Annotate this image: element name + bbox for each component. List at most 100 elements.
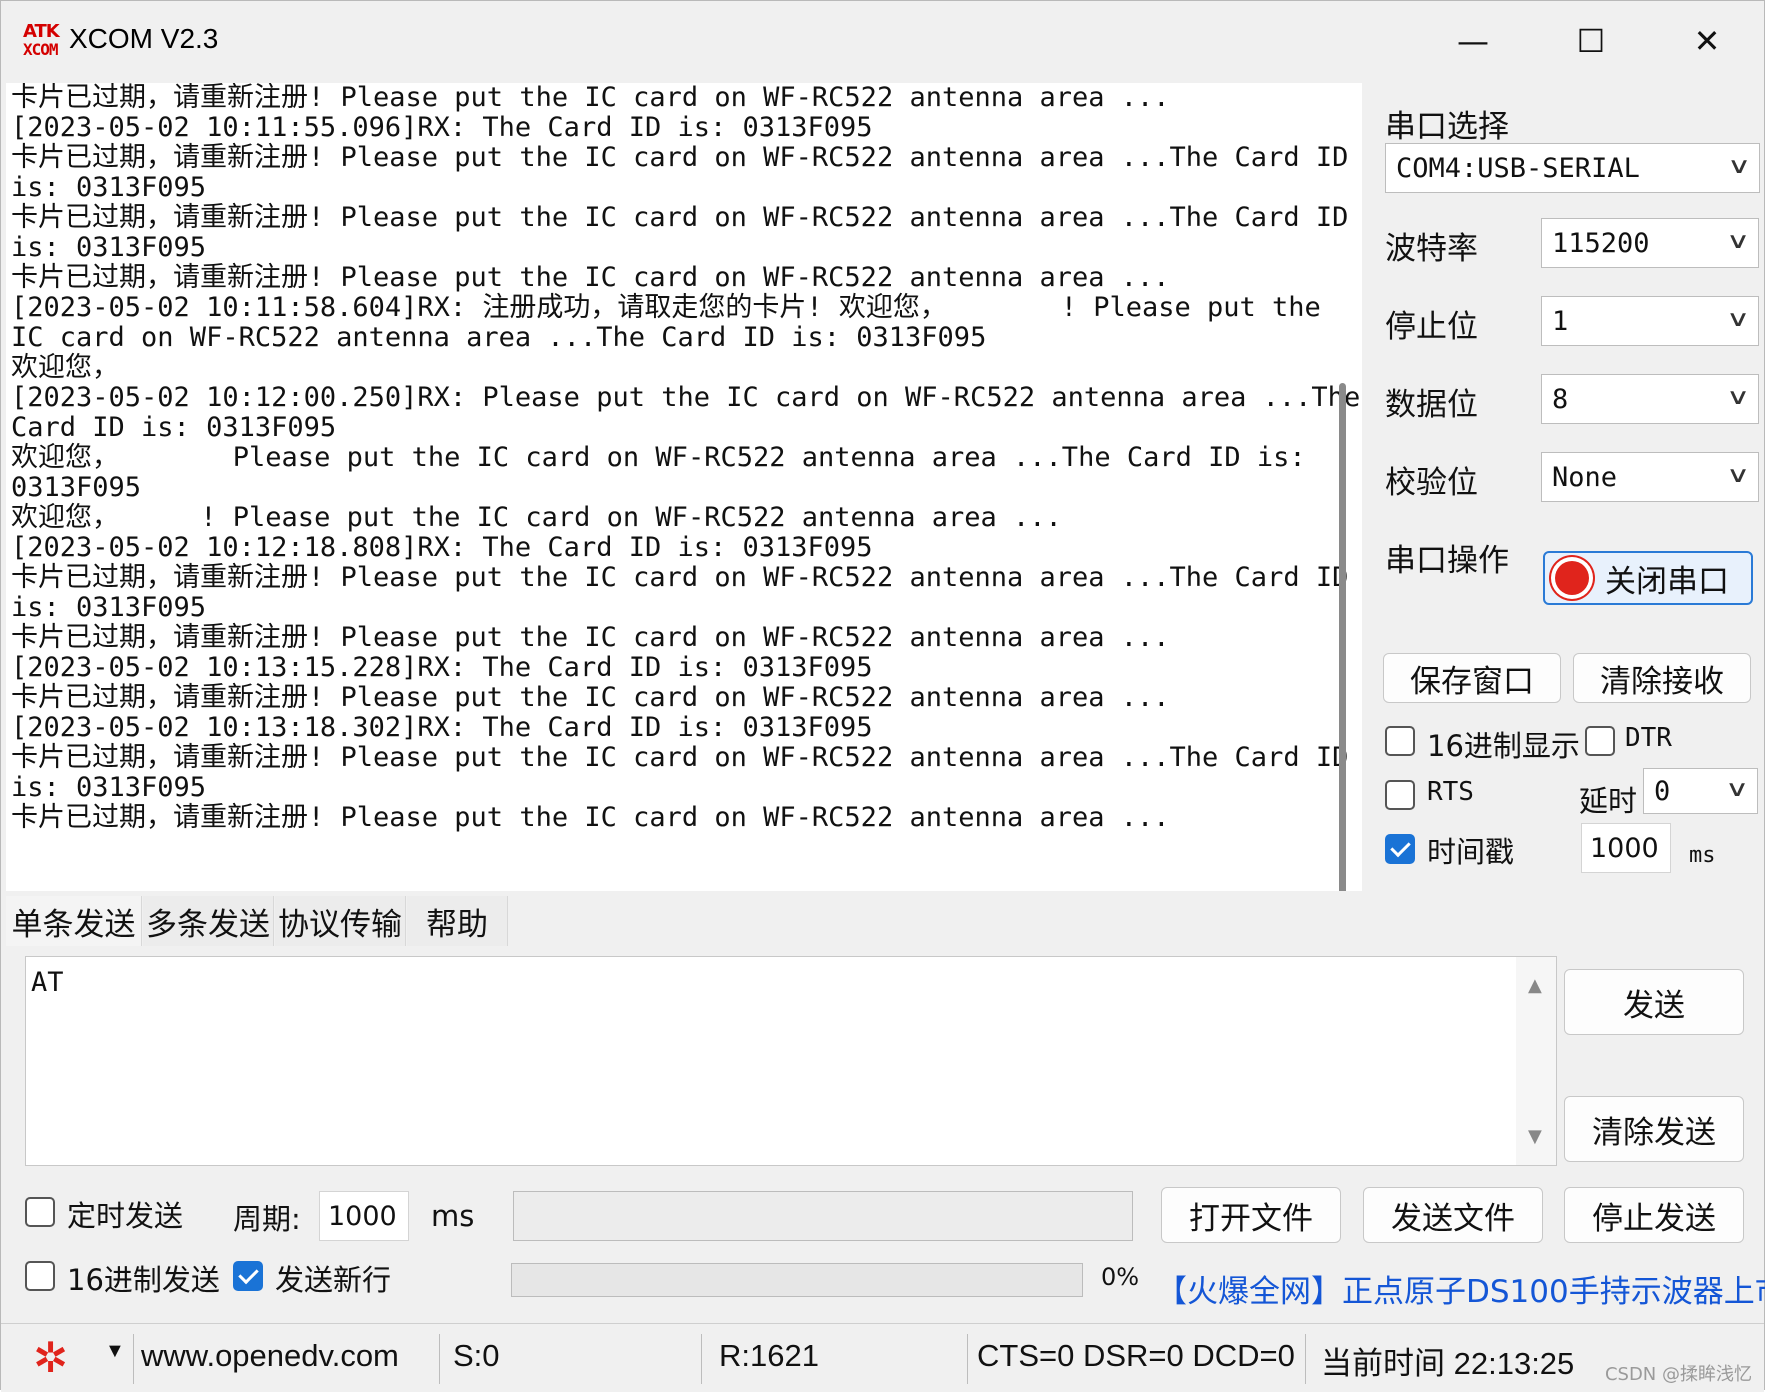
tab-protocol[interactable]: 协议传输 <box>275 896 406 946</box>
send-newline-label: 发送新行 <box>275 1263 392 1297</box>
receive-line: 卡片已过期，请重新注册! Please put the IC card on W… <box>11 142 1349 173</box>
chevron-down-icon: ∨ <box>1726 154 1752 179</box>
timestamp-input[interactable]: 1000 <box>1581 823 1671 873</box>
close-port-label: 关闭串口 <box>1605 563 1729 600</box>
tab-help[interactable]: 帮助 <box>407 896 508 946</box>
maximize-button[interactable]: ☐ <box>1541 13 1641 69</box>
file-path-field <box>513 1191 1133 1241</box>
tab-single-send[interactable]: 单条发送 <box>6 896 142 946</box>
send-button[interactable]: 发送 <box>1564 969 1744 1035</box>
chevron-down-icon: ∨ <box>1725 385 1751 410</box>
timed-send-checkbox[interactable] <box>25 1197 55 1227</box>
website-link[interactable]: www.openedv.com <box>141 1338 399 1374</box>
baud-select[interactable]: 115200 ∨ <box>1541 218 1759 268</box>
parity-label: 校验位 <box>1385 465 1478 501</box>
receive-text: 卡片已过期，请重新注册! Please put the IC card on W… <box>6 83 1362 833</box>
clear-receive-button[interactable]: 清除接收 <box>1573 653 1751 703</box>
baud-value: 115200 <box>1552 227 1650 259</box>
receive-line: 卡片已过期，请重新注册! Please put the IC card on W… <box>11 562 1349 593</box>
close-port-button[interactable]: 关闭串口 <box>1543 551 1753 605</box>
hex-display-label: 16进制显示 <box>1427 729 1580 763</box>
open-file-button[interactable]: 打开文件 <box>1161 1187 1341 1243</box>
hex-send-checkbox[interactable] <box>25 1261 55 1291</box>
stop-bits-label: 停止位 <box>1385 309 1478 345</box>
hex-display-checkbox[interactable] <box>1385 726 1415 756</box>
chevron-down-icon: ∨ <box>1725 229 1751 254</box>
data-bits-select[interactable]: 8 ∨ <box>1541 374 1759 424</box>
receive-line: is: 0313F095 <box>11 172 207 203</box>
status-separator <box>133 1334 134 1384</box>
send-scrollbar[interactable]: ▲ ▼ <box>1516 957 1556 1165</box>
receive-scrollbar[interactable] <box>1339 383 1346 891</box>
receive-line: 卡片已过期，请重新注册! Please put the IC card on W… <box>11 622 1170 653</box>
gear-icon[interactable]: ✲ <box>33 1336 77 1380</box>
close-button[interactable]: ✕ <box>1657 13 1757 69</box>
scroll-down-icon[interactable]: ▼ <box>1528 1126 1542 1147</box>
tab-multi-send[interactable]: 多条发送 <box>143 896 274 946</box>
data-bits-value: 8 <box>1552 383 1569 415</box>
logo-top-text: ATK <box>23 21 60 42</box>
port-value: COM4:USB-SERIAL <box>1396 152 1640 184</box>
timestamp-label: 时间戳 <box>1427 835 1515 869</box>
receive-line: 卡片已过期，请重新注册! Please put the IC card on W… <box>11 83 1170 113</box>
hex-send-label: 16进制发送 <box>67 1263 220 1297</box>
port-label: 串口选择 <box>1385 109 1509 145</box>
status-separator <box>439 1334 440 1384</box>
save-window-button[interactable]: 保存窗口 <box>1383 653 1561 703</box>
receive-line: 卡片已过期，请重新注册! Please put the IC card on W… <box>11 262 1170 293</box>
stop-send-button[interactable]: 停止发送 <box>1564 1187 1744 1243</box>
chevron-down-icon: ∨ <box>1724 777 1750 802</box>
dtr-checkbox[interactable] <box>1585 726 1615 756</box>
timestamp-checkbox[interactable] <box>1385 834 1415 864</box>
receive-line: Card ID is: 0313F095 <box>11 412 337 443</box>
minimize-button[interactable]: — <box>1423 13 1523 69</box>
delay-select[interactable]: 0 ∨ <box>1643 768 1758 814</box>
timestamp-unit: ms <box>1689 843 1716 868</box>
received-count: R:1621 <box>719 1338 819 1373</box>
progress-percent: 0% <box>1101 1263 1140 1291</box>
port-op-label: 串口操作 <box>1385 543 1509 579</box>
period-label: 周期: <box>233 1202 301 1236</box>
send-progress-bar <box>511 1263 1083 1297</box>
send-newline-checkbox[interactable] <box>233 1261 263 1291</box>
send-file-button[interactable]: 发送文件 <box>1363 1187 1543 1243</box>
receive-line: [2023-05-02 10:11:58.604]RX: 注册成功，请取走您的卡… <box>11 292 1321 323</box>
rts-checkbox[interactable] <box>1385 780 1415 810</box>
window-title: XCOM V2.3 <box>69 23 219 54</box>
period-unit: ms <box>431 1199 475 1233</box>
receive-line: [2023-05-02 10:12:00.250]RX: Please put … <box>11 382 1361 413</box>
send-text: AT <box>31 967 64 998</box>
minimize-icon: — <box>1457 22 1489 60</box>
clear-send-button[interactable]: 清除发送 <box>1564 1096 1744 1162</box>
rts-label: RTS <box>1427 777 1474 807</box>
settings-panel: 串口选择 COM4:USB-SERIAL ∨ 波特率 115200 ∨ 停止位 … <box>1373 83 1763 893</box>
close-icon: ✕ <box>1693 22 1721 60</box>
scroll-up-icon[interactable]: ▲ <box>1528 975 1542 996</box>
period-input[interactable]: 1000 <box>319 1191 409 1241</box>
stop-bits-select[interactable]: 1 ∨ <box>1541 296 1759 346</box>
receive-line: [2023-05-02 10:13:18.302]RX: The Card ID… <box>11 712 873 743</box>
receive-line: 卡片已过期，请重新注册! Please put the IC card on W… <box>11 202 1349 233</box>
parity-select[interactable]: None ∨ <box>1541 452 1759 502</box>
current-time: 当前时间 22:13:25 <box>1321 1346 1575 1381</box>
watermark: CSDN @揉眸浅忆 <box>1604 1364 1752 1385</box>
chevron-down-icon: ∨ <box>1725 463 1751 488</box>
receive-line: IC card on WF-RC522 antenna area ...The … <box>11 322 987 353</box>
caret-down-icon[interactable]: ▼ <box>105 1340 125 1363</box>
title-bar: ATK XCOM XCOM V2.3 — ☐ ✕ <box>1 1 1764 81</box>
port-select[interactable]: COM4:USB-SERIAL ∨ <box>1385 143 1760 193</box>
logo-bottom-text: XCOM <box>23 40 59 59</box>
receive-line: 0313F095 <box>11 472 142 503</box>
baud-label: 波特率 <box>1385 231 1478 267</box>
status-separator <box>967 1334 968 1384</box>
delay-value: 0 <box>1654 775 1671 807</box>
ad-link[interactable]: 【火爆全网】正点原子DS100手持示波器上市 <box>1156 1266 1765 1311</box>
status-bar: ✲ ▼ www.openedv.com S:0 R:1621 CTS=0 DSR… <box>1 1323 1764 1392</box>
receive-area[interactable]: 卡片已过期，请重新注册! Please put the IC card on W… <box>6 83 1362 891</box>
receive-line: is: 0313F095 <box>11 592 207 623</box>
record-icon <box>1555 561 1589 595</box>
dtr-label: DTR <box>1625 723 1672 753</box>
receive-line: is: 0313F095 <box>11 772 207 803</box>
data-bits-label: 数据位 <box>1385 387 1478 423</box>
send-input[interactable]: AT ▲ ▼ <box>25 956 1557 1166</box>
